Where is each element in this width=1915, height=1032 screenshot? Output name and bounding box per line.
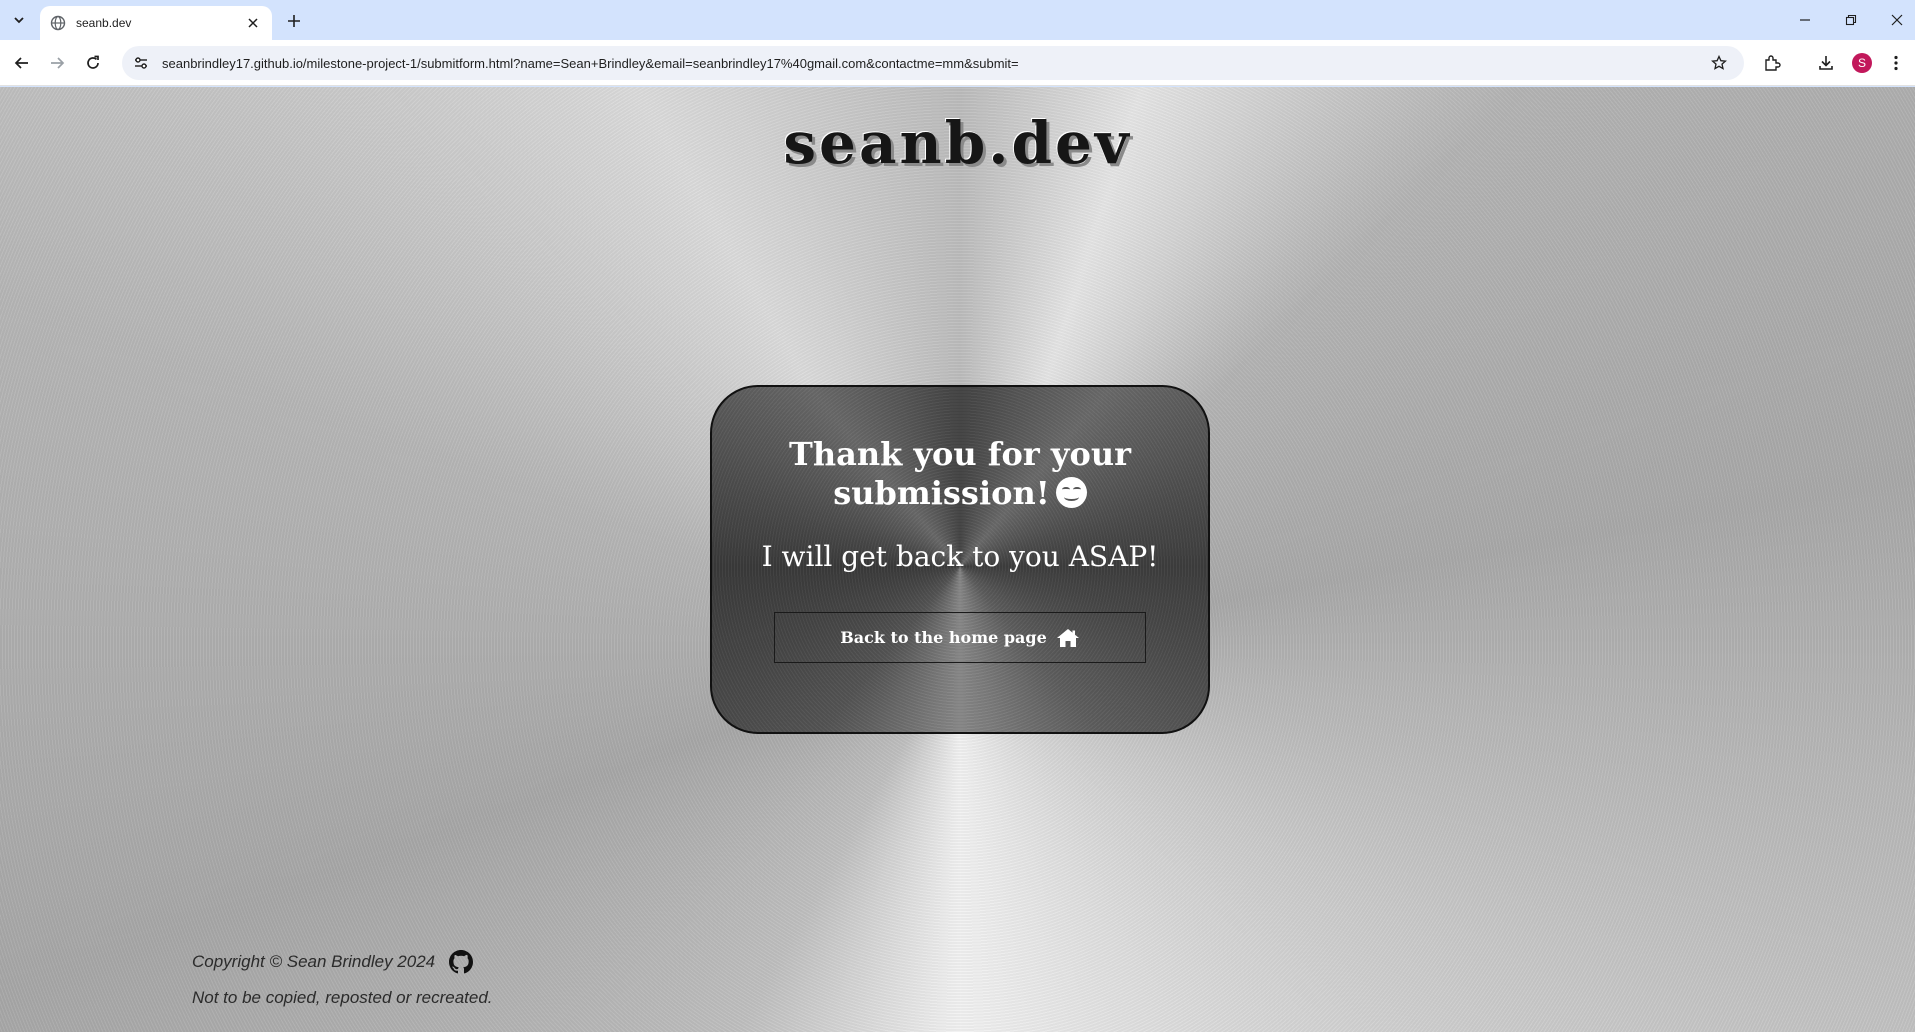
url-text[interactable]: seanbrindley17.github.io/milestone-proje…	[162, 56, 1704, 71]
smiling-face-icon	[1055, 477, 1087, 508]
site-info-tune-icon[interactable]	[126, 48, 156, 78]
back-to-home-label: Back to the home page	[840, 628, 1047, 647]
github-icon[interactable]	[449, 950, 474, 974]
close-window-icon[interactable]	[1874, 0, 1915, 40]
address-bar[interactable]: seanbrindley17.github.io/milestone-proje…	[122, 46, 1744, 80]
bookmark-star-icon[interactable]	[1704, 48, 1734, 78]
profile-avatar[interactable]: S	[1852, 53, 1872, 73]
browser-tab[interactable]: seanb.dev	[40, 6, 272, 40]
tab-bar: seanb.dev	[0, 0, 1915, 40]
back-arrow-icon[interactable]	[8, 49, 36, 77]
thank-you-heading: Thank you for your submission!	[712, 435, 1208, 513]
house-icon	[1056, 628, 1080, 648]
download-icon[interactable]	[1812, 49, 1840, 77]
copy-notice: Not to be copied, reposted or recreated.	[192, 988, 493, 1007]
back-to-home-button[interactable]: Back to the home page	[774, 612, 1146, 663]
copyright-text: Copyright © Sean Brindley 2024	[192, 952, 436, 971]
extensions-puzzle-icon[interactable]	[1758, 49, 1786, 77]
reload-icon[interactable]	[79, 49, 107, 77]
tab-close-icon[interactable]	[244, 14, 262, 32]
tab-search-chevron-down-icon[interactable]	[6, 8, 32, 32]
forward-arrow-icon[interactable]	[43, 49, 71, 77]
footer: Copyright © Sean Brindley 2024 Not to be…	[192, 950, 493, 1008]
more-menu-icon[interactable]	[1882, 49, 1910, 77]
thank-you-card: Thank you for your submission! I will ge…	[710, 385, 1210, 734]
tab-title: seanb.dev	[76, 16, 132, 30]
site-title[interactable]: seanb.dev	[0, 109, 1915, 177]
browser-toolbar: seanbrindley17.github.io/milestone-proje…	[0, 40, 1915, 113]
new-tab-plus-icon[interactable]	[282, 9, 306, 33]
globe-icon	[50, 15, 66, 31]
minimize-icon[interactable]	[1782, 0, 1828, 40]
page-viewport: seanb.dev Thank you for your submission!…	[0, 87, 1915, 1032]
restore-icon[interactable]	[1828, 0, 1874, 40]
reply-message: I will get back to you ASAP!	[761, 540, 1159, 573]
